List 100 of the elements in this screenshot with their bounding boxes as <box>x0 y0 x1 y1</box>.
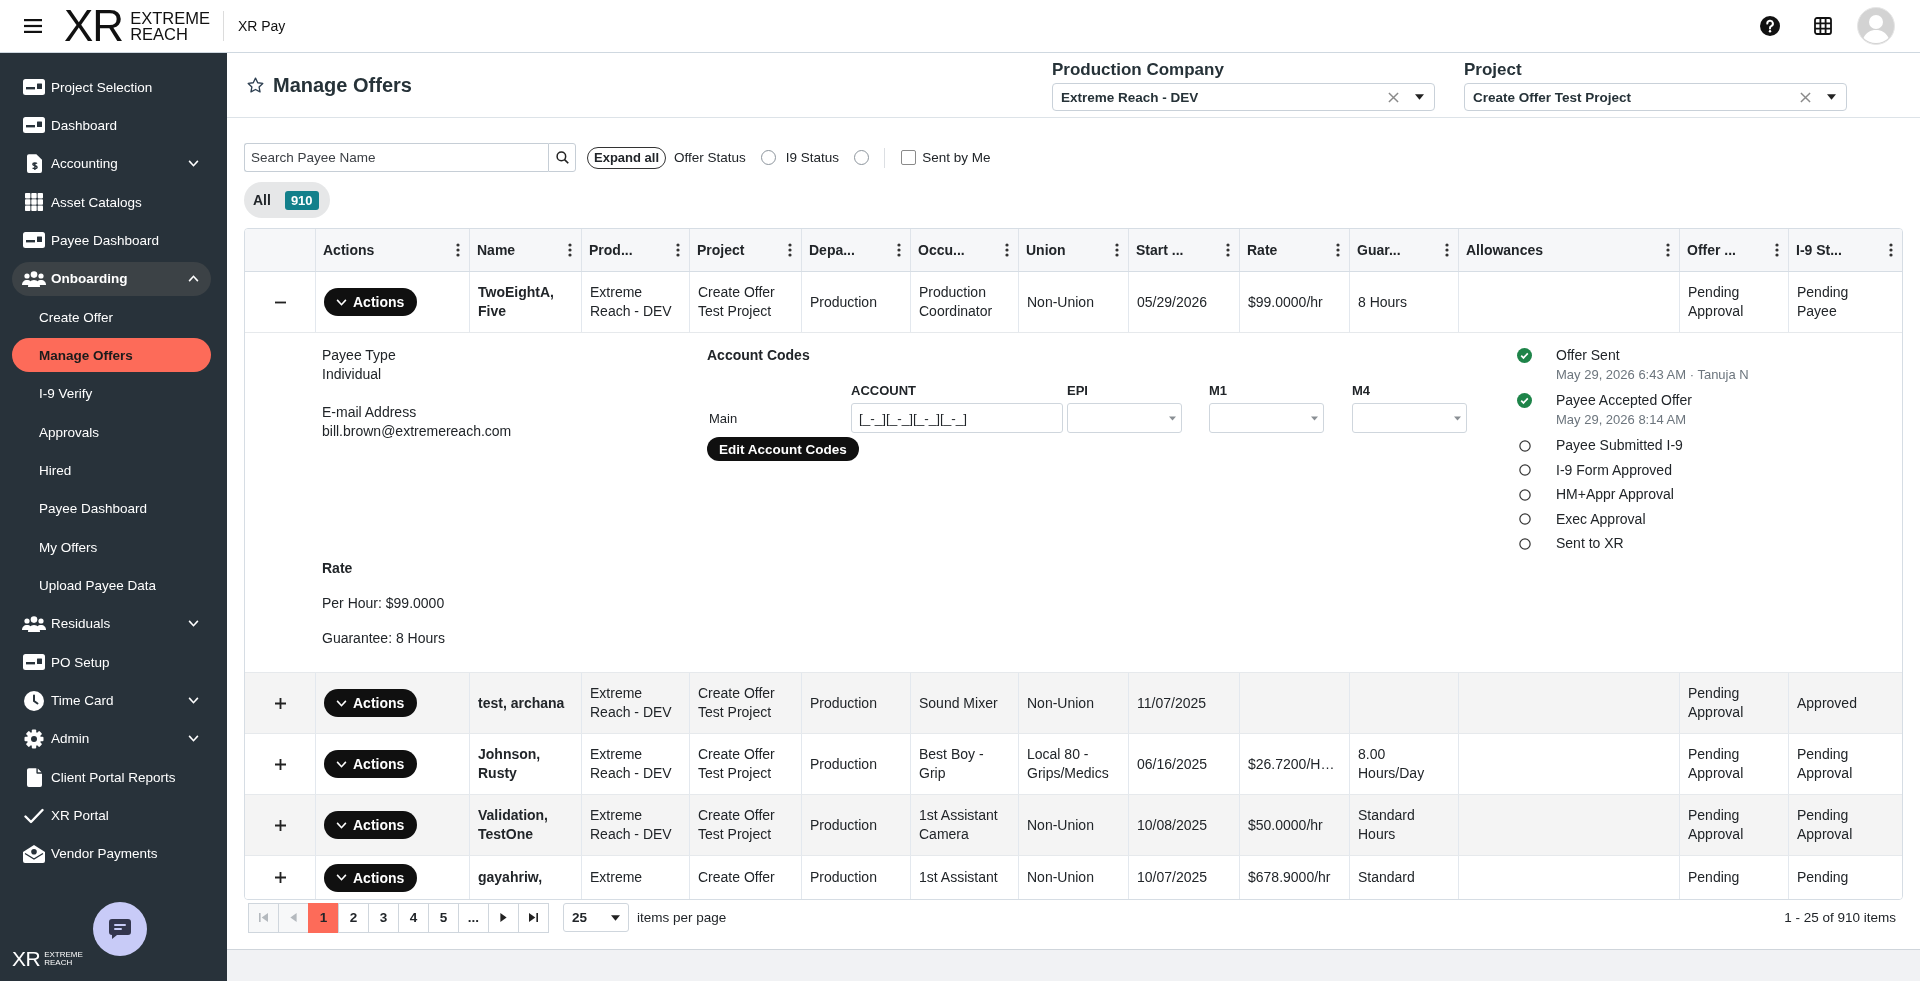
nav-subitem[interactable]: Approvals <box>12 415 211 450</box>
kebab-menu-icon[interactable] <box>897 243 901 257</box>
page-button[interactable]: 5 <box>428 902 459 933</box>
table-cell: Create Offer Test Project <box>690 272 802 332</box>
checkbox[interactable] <box>901 150 917 165</box>
column-header[interactable]: Rate <box>1240 229 1350 271</box>
plus-icon[interactable] <box>274 819 286 831</box>
edit-account-codes-button[interactable]: Edit Account Codes <box>707 437 859 461</box>
account-code-field[interactable]: [_-_][_-_][_-_][_-_] <box>851 403 1063 433</box>
column-header[interactable]: Prod... <box>582 229 690 271</box>
column-header[interactable]: Allowances <box>1459 229 1680 271</box>
nav-item[interactable]: Admin <box>12 721 211 756</box>
nav-item[interactable]: Accounting <box>12 146 211 181</box>
search-field[interactable]: Search Payee Name <box>244 143 548 172</box>
clear-icon[interactable] <box>1800 91 1811 103</box>
caret-down-icon <box>1169 415 1176 421</box>
radio-button[interactable] <box>854 150 870 165</box>
rate-text: Guarantee: 8 Hours <box>322 629 445 648</box>
dropdown[interactable]: Create Offer Test Project <box>1464 83 1847 111</box>
column-header[interactable]: Start ... <box>1129 229 1240 271</box>
table-cell-text: Pending Approval <box>1796 806 1854 844</box>
page-button[interactable]: 2 <box>338 902 369 933</box>
clear-icon[interactable] <box>1388 91 1399 103</box>
last-page-button[interactable] <box>518 902 549 933</box>
help-icon[interactable] <box>1760 16 1780 36</box>
grid-icon[interactable] <box>1814 17 1832 35</box>
plus-icon[interactable] <box>274 697 286 709</box>
column-header[interactable]: I-9 St... <box>1789 229 1902 271</box>
kebab-menu-icon[interactable] <box>1226 243 1230 257</box>
chat-button[interactable] <box>93 902 147 956</box>
app-name: XR Pay <box>237 18 286 34</box>
plus-icon[interactable] <box>274 872 286 883</box>
table-cell: Pending Approval <box>1680 795 1789 855</box>
actions-button[interactable]: Actions <box>324 863 418 892</box>
column-header[interactable]: Occu... <box>911 229 1019 271</box>
field-label: Payee Type <box>322 346 396 365</box>
column-header[interactable]: Actions <box>316 229 470 271</box>
kebab-menu-icon[interactable] <box>1666 243 1670 257</box>
actions-button[interactable]: Actions <box>324 811 418 839</box>
nav-subitem[interactable]: Create Offer <box>12 300 211 335</box>
plus-icon[interactable] <box>274 758 286 770</box>
column-header: M1 <box>1209 382 1229 400</box>
page-button[interactable]: ... <box>458 902 489 933</box>
kebab-menu-icon[interactable] <box>1445 243 1449 257</box>
kebab-menu-icon[interactable] <box>568 243 572 257</box>
expand-all-button[interactable]: Expand all <box>587 146 667 169</box>
nav-subitem[interactable]: Hired <box>12 453 211 488</box>
nav-item[interactable]: Payee Dashboard <box>12 223 211 258</box>
nav-item[interactable]: Residuals <box>12 606 211 641</box>
actions-button[interactable]: Actions <box>324 288 418 316</box>
page-button[interactable]: 4 <box>398 902 429 933</box>
nav-item[interactable]: Client Portal Reports <box>12 760 211 795</box>
nav-item[interactable]: Asset Catalogs <box>12 185 211 220</box>
actions-button[interactable]: Actions <box>324 689 418 717</box>
nav-item[interactable]: PO Setup <box>12 645 211 680</box>
nav-item[interactable]: Dashboard <box>12 108 211 143</box>
nav-item[interactable]: Time Card <box>12 683 211 718</box>
column-header[interactable]: Offer ... <box>1680 229 1789 271</box>
column-header[interactable]: Union <box>1019 229 1129 271</box>
page-button[interactable]: 1 <box>308 902 339 933</box>
nav-item[interactable]: XR Portal <box>12 798 211 833</box>
actions-button[interactable]: Actions <box>324 750 418 778</box>
table-cell: Sound Mixer <box>911 673 1019 733</box>
kebab-menu-icon[interactable] <box>1775 243 1779 257</box>
kebab-menu-icon[interactable] <box>1889 243 1893 257</box>
column-header[interactable]: Project <box>690 229 802 271</box>
table-cell: Extreme Reach - DEV <box>582 272 690 332</box>
nav-item[interactable]: Project Selection <box>12 70 211 104</box>
table-cell: Non-Union <box>1019 673 1129 733</box>
table-cell: $678.9000/hr <box>1240 856 1350 899</box>
clock-icon <box>24 690 44 711</box>
kebab-menu-icon[interactable] <box>788 243 792 257</box>
next-page-button[interactable] <box>488 902 519 933</box>
kebab-menu-icon[interactable] <box>1005 243 1009 257</box>
radio-button[interactable] <box>760 150 776 165</box>
nav-item[interactable]: Vendor Payments <box>12 836 211 871</box>
page-button[interactable]: 3 <box>368 902 399 933</box>
search-icon <box>555 151 569 164</box>
nav-subitem[interactable]: I-9 Verify <box>12 376 211 411</box>
nav-subitem[interactable]: My Offers <box>12 530 211 565</box>
dropdown[interactable]: Extreme Reach - DEV <box>1052 83 1435 111</box>
column-header[interactable]: Name <box>470 229 582 271</box>
page-size-dropdown[interactable]: 25 <box>563 903 629 932</box>
kebab-menu-icon[interactable] <box>456 243 460 257</box>
table-cell: test, archana <box>470 673 582 733</box>
nav-subitem[interactable]: Manage Offers <box>12 338 211 373</box>
column-header[interactable]: Guar... <box>1350 229 1459 271</box>
table-cell: 1st Assistant Camera <box>911 795 1019 855</box>
search-button[interactable] <box>548 143 576 172</box>
star-icon[interactable] <box>247 76 264 94</box>
tab[interactable]: All 910 <box>244 182 330 218</box>
nav-subitem[interactable]: Payee Dashboard <box>12 491 211 526</box>
kebab-menu-icon[interactable] <box>1336 243 1340 257</box>
kebab-menu-icon[interactable] <box>1115 243 1119 257</box>
nav-subitem[interactable]: Upload Payee Data <box>12 568 211 603</box>
chevron-down-icon <box>336 874 347 881</box>
kebab-menu-icon[interactable] <box>676 243 680 257</box>
column-header[interactable]: Depa... <box>802 229 911 271</box>
nav-item[interactable]: Onboarding <box>12 261 211 296</box>
menu-icon[interactable] <box>24 19 42 33</box>
